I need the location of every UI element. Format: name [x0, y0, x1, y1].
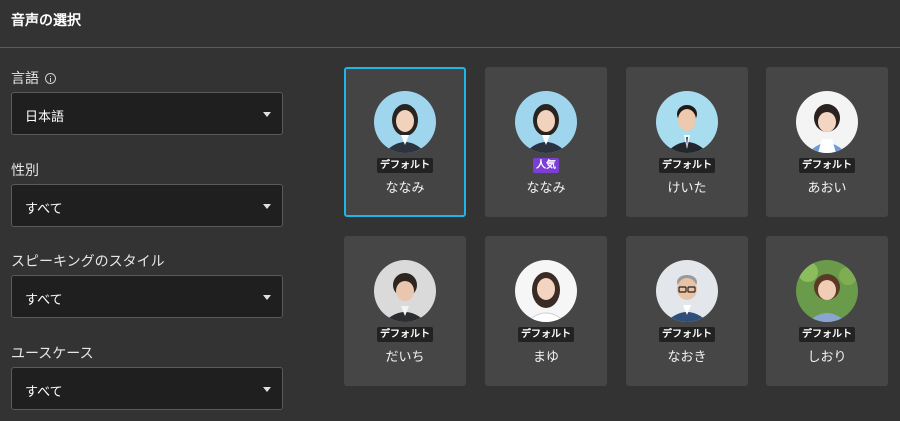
voice-name: ななみ — [385, 181, 425, 196]
gender-select-value: すべて — [25, 202, 63, 217]
usecase-label: ユースケース — [11, 343, 94, 363]
gender-label: 性別 — [11, 160, 39, 180]
voice-card-nanami-popular[interactable]: 人気 ななみ — [485, 67, 607, 217]
avatar — [656, 91, 718, 153]
caret-down-icon — [263, 112, 271, 117]
voice-name: ななみ — [526, 181, 566, 196]
voice-name: だいち — [385, 350, 425, 365]
voice-card-nanami[interactable]: デフォルト ななみ — [344, 67, 466, 217]
usecase-label-text: ユースケース — [11, 346, 94, 362]
voice-card-aoi[interactable]: デフォルト あおい — [766, 67, 888, 217]
usecase-select[interactable]: すべて — [11, 367, 283, 410]
caret-down-icon — [263, 295, 271, 300]
language-select-value: 日本語 — [25, 110, 65, 125]
voice-name: あおい — [807, 181, 847, 196]
language-label-text: 言語 — [11, 71, 39, 87]
voice-card-naoki[interactable]: デフォルト なおき — [626, 236, 748, 386]
avatar — [796, 91, 858, 153]
voice-name: まゆ — [532, 350, 559, 365]
style-select[interactable]: すべて — [11, 275, 283, 318]
style-label: スピーキングのスタイル — [11, 251, 165, 271]
voice-card-keita[interactable]: デフォルト けいた — [626, 67, 748, 217]
usecase-select-value: すべて — [25, 385, 63, 400]
info-icon[interactable] — [45, 72, 56, 84]
popular-badge: 人気 — [533, 158, 559, 173]
voice-card-daichi[interactable]: デフォルト だいち — [344, 236, 466, 386]
default-badge: デフォルト — [799, 158, 855, 173]
caret-down-icon — [263, 204, 271, 209]
voice-name: なおき — [667, 350, 707, 365]
voice-name: しおり — [807, 350, 847, 365]
avatar — [515, 260, 577, 322]
avatar — [515, 91, 577, 153]
dialog-header: 音声の選択 — [0, 0, 900, 48]
default-badge: デフォルト — [377, 327, 433, 342]
avatar — [796, 260, 858, 322]
gender-select[interactable]: すべて — [11, 184, 283, 227]
default-badge: デフォルト — [799, 327, 855, 342]
default-badge: デフォルト — [659, 327, 715, 342]
voice-card-mayu[interactable]: デフォルト まゆ — [485, 236, 607, 386]
language-select[interactable]: 日本語 — [11, 92, 283, 135]
voice-name: けいた — [667, 181, 707, 196]
language-label: 言語 — [11, 68, 56, 88]
default-badge: デフォルト — [659, 158, 715, 173]
avatar — [656, 260, 718, 322]
default-badge: デフォルト — [377, 158, 433, 173]
dialog-title: 音声の選択 — [11, 13, 81, 29]
voice-card-shiori[interactable]: デフォルト しおり — [766, 236, 888, 386]
avatar — [374, 91, 436, 153]
avatar — [374, 260, 436, 322]
gender-label-text: 性別 — [11, 163, 39, 179]
default-badge: デフォルト — [518, 327, 574, 342]
style-label-text: スピーキングのスタイル — [11, 254, 165, 270]
caret-down-icon — [263, 387, 271, 392]
style-select-value: すべて — [25, 293, 63, 308]
